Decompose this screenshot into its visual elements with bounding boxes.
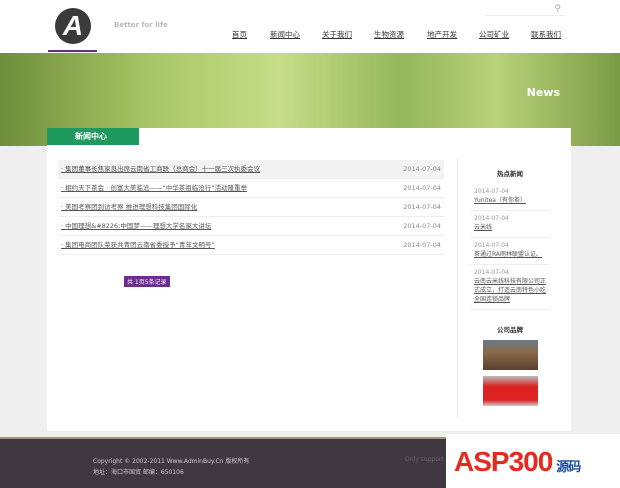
nav-contact[interactable]: 联系我们 [531,29,561,40]
copyright: Copyright © 2002-2011 Www.AdminBuy.Cn 版权… [93,458,250,465]
address: 地址：海口市国贸 邮编：650106 [93,469,184,476]
section-tab: 新闻中心 [47,128,139,145]
brand-title: 公司品牌 [497,326,523,334]
hot-item: 2014-07-04 Yunitea（有你茶） [470,184,550,211]
news-link[interactable]: · 中国理想&#8226;中国梦——理想大学名家大讲坛 [61,217,211,235]
hot-item: 2014-07-04 云米线 [470,211,550,238]
list-item: · 集团电商团队荣获共青团云南省委授予“青年文明号” 2014-07-04 [58,236,444,255]
nav-news[interactable]: 新闻中心 [270,29,300,40]
news-date: 2014-07-04 [403,203,441,211]
header: A Better for life ⚲ 首页 新闻中心 关于我们 生物资源 地产… [0,0,620,53]
news-link[interactable]: · 相约天下茶会 · 创富大美临沧——“中华茶祖临沧行”活动隆重举 [61,179,247,197]
hot-link[interactable]: Yunitea（有你茶） [474,197,526,204]
hot-news-title: 热点新闻 [497,170,523,178]
sidebar: 热点新闻 2014-07-04 Yunitea（有你茶） 2014-07-04 云米… [470,168,550,406]
hot-date: 2014-07-04 [474,242,509,249]
news-list: · 集团董事长焦家良出席云南省工商联（总商会）十一届三次执委会议 2014-07-… [58,160,444,255]
search-input[interactable]: ⚲ [485,4,565,16]
list-item: · 相约天下茶会 · 创富大美临沧——“中华茶祖临沧行”活动隆重举 2014-07… [58,179,444,198]
pagination-info: 共 1页5条记录 [124,276,170,287]
news-date: 2014-07-04 [403,184,441,192]
hot-date: 2014-07-04 [474,188,509,195]
list-item: · 集团董事长焦家良出席云南省工商联（总商会）十一届三次执委会议 2014-07-… [58,160,444,179]
nav-about[interactable]: 关于我们 [322,29,352,40]
hot-date: 2014-07-04 [474,215,509,222]
footer-right: Only support [405,456,444,463]
hot-date: 2014-07-04 [474,269,509,276]
banner-title: News [526,86,560,99]
hot-link[interactable]: 茶通过RA雨林联盟认证。 [474,251,542,258]
hot-link[interactable]: 云南云米线科技有限公司正式成立，打造云南特色小吃全国连锁品牌 [474,278,546,303]
list-item: · 中国理想&#8226;中国梦——理想大学名家大讲坛 2014-07-04 [58,217,444,236]
news-link[interactable]: · 集团董事长焦家良出席云南省工商联（总商会）十一届三次执委会议 [61,160,260,178]
hot-item: 2014-07-04 云南云米线科技有限公司正式成立，打造云南特色小吃全国连锁品牌 [470,265,550,310]
nav-bio[interactable]: 生物资源 [374,29,404,40]
nav-realestate[interactable]: 地产开发 [427,29,457,40]
list-item: · 美国考察团到访考察 推进理想科技集团国际化 2014-07-04 [58,198,444,217]
nav-mining[interactable]: 公司矿业 [479,29,509,40]
hot-item: 2014-07-04 茶通过RA雨林联盟认证。 [470,238,550,265]
logo[interactable]: A [55,8,91,44]
divider [457,158,458,418]
news-date: 2014-07-04 [403,165,441,173]
nav-home[interactable]: 首页 [232,29,247,40]
content-panel: 新闻中心 · 集团董事长焦家良出席云南省工商联（总商会）十一届三次执委会议 201… [47,128,571,431]
watermark-logo: ASP300 源码 [446,434,620,488]
slogan: Better for life [114,21,168,29]
news-date: 2014-07-04 [403,241,441,249]
hot-link[interactable]: 云米线 [474,224,492,231]
logo-underline [48,50,97,52]
brand-image[interactable] [482,340,538,370]
search-icon[interactable]: ⚲ [554,4,561,14]
news-link[interactable]: · 美国考察团到访考察 推进理想科技集团国际化 [61,198,197,216]
news-date: 2014-07-04 [403,222,441,230]
news-link[interactable]: · 集团电商团队荣获共青团云南省委授予“青年文明号” [61,236,215,254]
brand-image[interactable] [482,376,538,406]
